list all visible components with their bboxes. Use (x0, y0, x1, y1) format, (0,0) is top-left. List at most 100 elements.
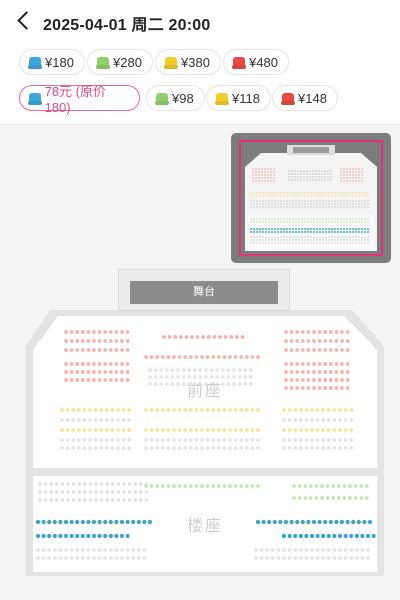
seat[interactable] (80, 519, 85, 525)
seat[interactable] (332, 533, 337, 539)
seat[interactable] (309, 533, 315, 539)
seat[interactable] (65, 446, 70, 450)
seat[interactable] (60, 490, 65, 494)
seat[interactable] (183, 446, 188, 450)
seat[interactable] (188, 438, 193, 442)
seat[interactable] (342, 496, 347, 500)
seat[interactable] (323, 362, 328, 366)
seat[interactable] (110, 490, 115, 494)
seat[interactable] (54, 482, 59, 486)
seat[interactable] (181, 382, 186, 386)
seat[interactable] (148, 382, 152, 386)
price-tab-380[interactable]: ¥380 (155, 49, 221, 75)
seat[interactable] (82, 438, 87, 442)
seat[interactable] (120, 370, 124, 374)
seat[interactable] (69, 548, 74, 552)
seat[interactable] (338, 438, 342, 442)
seat[interactable] (233, 446, 238, 450)
seat[interactable] (116, 428, 120, 432)
seat[interactable] (38, 498, 42, 502)
seat[interactable] (93, 408, 98, 412)
seat[interactable] (308, 484, 313, 488)
seat[interactable] (160, 428, 165, 432)
seat[interactable] (93, 428, 98, 432)
seat[interactable] (88, 482, 93, 486)
seat[interactable] (250, 484, 255, 488)
seat[interactable] (116, 418, 120, 422)
seat[interactable] (216, 428, 221, 432)
seat[interactable] (194, 438, 199, 442)
seat[interactable] (233, 438, 238, 442)
seat[interactable] (284, 330, 288, 334)
seat[interactable] (304, 446, 309, 450)
seat[interactable] (345, 386, 350, 390)
seat[interactable] (212, 335, 217, 339)
seat[interactable] (64, 548, 68, 552)
seat[interactable] (75, 378, 80, 382)
seat[interactable] (328, 378, 333, 382)
seat[interactable] (243, 375, 248, 379)
seat[interactable] (345, 339, 350, 343)
seat[interactable] (52, 556, 57, 560)
seat[interactable] (284, 339, 288, 343)
seat[interactable] (60, 438, 64, 442)
seat[interactable] (228, 446, 232, 450)
seat[interactable] (211, 438, 216, 442)
seat[interactable] (36, 556, 40, 560)
seat[interactable] (367, 519, 373, 525)
seat[interactable] (99, 490, 104, 494)
seat[interactable] (127, 446, 132, 450)
seat[interactable] (289, 519, 294, 525)
seat[interactable] (172, 355, 176, 359)
seat[interactable] (200, 428, 204, 432)
seat[interactable] (312, 370, 316, 374)
seat[interactable] (343, 428, 348, 432)
seat[interactable] (332, 438, 337, 442)
seat[interactable] (75, 339, 80, 343)
seat[interactable] (138, 498, 143, 502)
seat[interactable] (125, 370, 130, 374)
seat[interactable] (295, 339, 300, 343)
seat[interactable] (153, 368, 158, 372)
seat[interactable] (82, 408, 87, 412)
seat[interactable] (256, 408, 260, 412)
seat[interactable] (328, 519, 333, 525)
seat[interactable] (184, 335, 189, 339)
seat[interactable] (304, 438, 309, 442)
seat[interactable] (211, 428, 216, 432)
seat[interactable] (77, 490, 82, 494)
seat[interactable] (183, 408, 188, 412)
seat[interactable] (353, 484, 358, 488)
seat[interactable] (340, 348, 344, 352)
seat[interactable] (328, 339, 333, 343)
seat[interactable] (325, 484, 330, 488)
seat[interactable] (93, 438, 98, 442)
seat[interactable] (69, 519, 74, 525)
seat[interactable] (265, 556, 270, 560)
seat[interactable] (41, 519, 46, 525)
seat[interactable] (114, 348, 119, 352)
seat[interactable] (183, 355, 188, 359)
seat[interactable] (239, 484, 244, 488)
seat[interactable] (114, 378, 119, 382)
seat[interactable] (254, 556, 258, 560)
seat[interactable] (80, 348, 85, 352)
price-tab-480[interactable]: ¥480 (223, 49, 289, 75)
seat[interactable] (338, 418, 342, 422)
seat[interactable] (121, 446, 126, 450)
seat[interactable] (354, 556, 359, 560)
seat[interactable] (120, 548, 124, 552)
seat[interactable] (239, 446, 244, 450)
seat[interactable] (295, 362, 300, 366)
seat[interactable] (232, 382, 236, 386)
seat[interactable] (97, 556, 102, 560)
seat[interactable] (310, 446, 314, 450)
seat[interactable] (92, 348, 96, 352)
seat[interactable] (312, 386, 316, 390)
seat[interactable] (108, 339, 113, 343)
seat[interactable] (86, 348, 91, 352)
seat[interactable] (144, 408, 148, 412)
seat[interactable] (136, 519, 141, 525)
seat[interactable] (121, 408, 126, 412)
seat[interactable] (80, 556, 85, 560)
